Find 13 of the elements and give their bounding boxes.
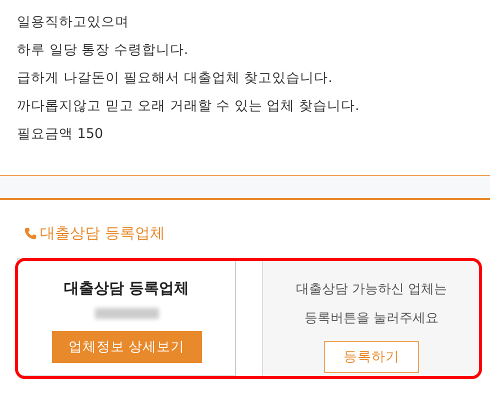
redaction-mark — [94, 308, 158, 319]
register-message: 등록버튼을 눌러주세요 — [303, 310, 440, 328]
register-button[interactable]: 등록하기 — [324, 341, 419, 373]
details-button[interactable]: 업체정보 상세보기 — [52, 331, 202, 363]
panel-title: 대출상담 등록업체 — [64, 279, 190, 298]
phone-icon — [24, 227, 37, 240]
post-text: 하루 일당 통장 수령합니다. — [17, 41, 190, 60]
post-text: 까다롭지않고 믿고 오래 거래할 수 있는 업체 찾습니다. — [17, 97, 360, 116]
register-message: 대출상담 가능하신 업체는 — [296, 281, 448, 299]
section-title: 대출상담 등록업체 — [40, 224, 165, 243]
post-text: 급하게 나갈돈이 필요해서 대출업체 찾고있습니다. — [17, 69, 334, 88]
post-text: 일용직하고있으며 — [17, 13, 130, 32]
post-text: 필요금액 150 — [17, 125, 104, 144]
